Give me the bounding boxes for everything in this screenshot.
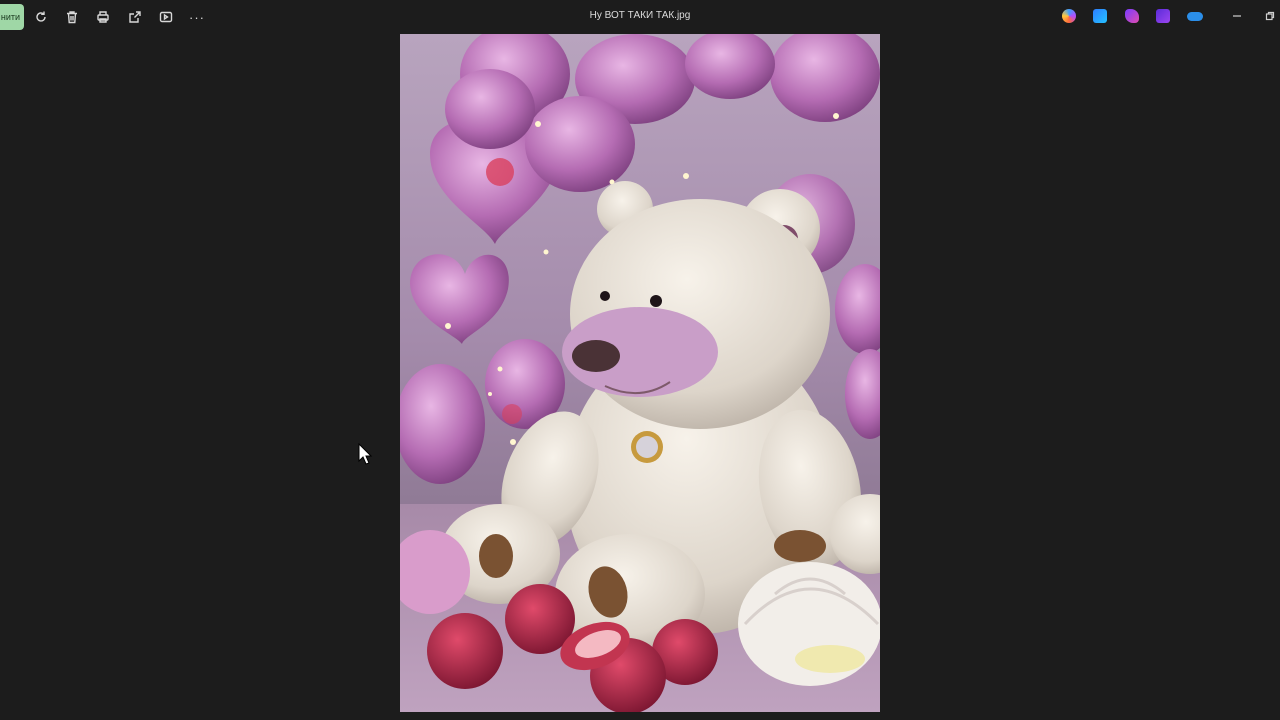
- window-title: Ну ВОТ ТАКИ ТАК.jpg: [589, 10, 691, 21]
- more-icon[interactable]: ···: [188, 8, 206, 26]
- delete-icon[interactable]: [63, 8, 81, 26]
- video-editor-icon[interactable]: [1156, 9, 1170, 23]
- slideshow-icon[interactable]: [157, 8, 175, 26]
- save-button[interactable]: нити: [0, 4, 24, 30]
- rotate-icon[interactable]: [32, 8, 50, 26]
- mouse-cursor-icon: [358, 443, 373, 465]
- clipchamp-icon[interactable]: [1125, 9, 1139, 23]
- photo-viewer-image: [400, 34, 880, 712]
- copilot-icon[interactable]: [1062, 9, 1076, 23]
- minimize-button[interactable]: [1230, 9, 1244, 23]
- print-icon[interactable]: [94, 8, 112, 26]
- designer-icon[interactable]: [1093, 9, 1107, 23]
- onedrive-icon[interactable]: [1187, 12, 1203, 21]
- top-toolbar: нити ··· Ну ВОТ ТАКИ ТАК.jpg: [0, 0, 1280, 34]
- share-icon[interactable]: [126, 8, 144, 26]
- teddy-bear-photo: [400, 34, 880, 712]
- restore-button[interactable]: [1263, 9, 1277, 23]
